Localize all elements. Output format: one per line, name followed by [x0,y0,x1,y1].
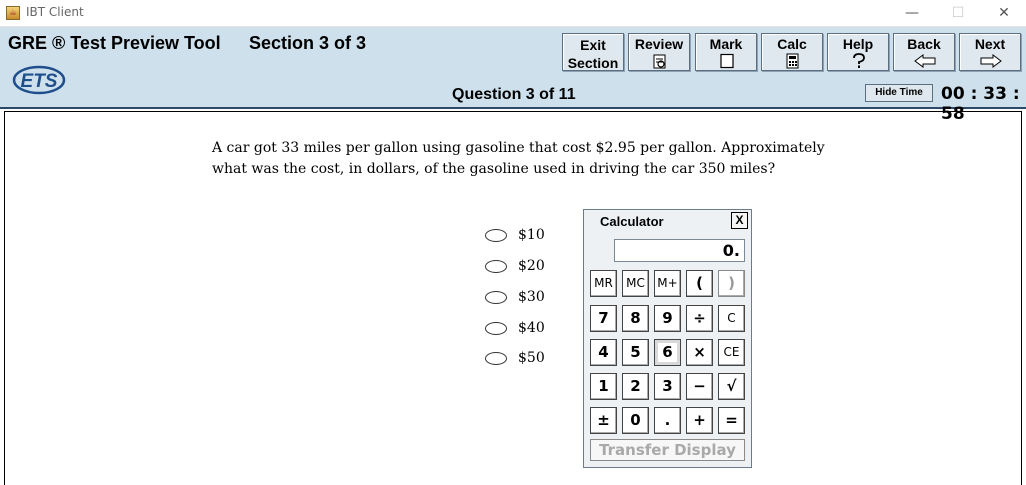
key-open-paren[interactable]: ( [686,270,713,297]
calculator-icon [786,53,799,69]
calculator-display: 0. [614,239,745,262]
review-icon [653,54,666,69]
key-5[interactable]: 5 [622,339,649,366]
section-title: Section 3 of 3 [249,33,367,53]
question-text: A car got 33 miles per gallon using gaso… [212,140,825,177]
radio-button[interactable] [485,260,507,273]
mark-button[interactable]: Mark [695,33,757,71]
key-mc[interactable]: MC [622,270,649,297]
key-close-paren[interactable]: ) [718,270,745,297]
key-decimal[interactable]: . [654,407,681,434]
window-title-bar: ☕ IBT Client — ☐ ✕ [0,0,1026,27]
ets-logo: ETS [12,65,66,95]
choice-label: $50 [518,350,545,366]
window-title: IBT Client [26,5,84,19]
minimize-button[interactable]: — [890,2,934,24]
review-button[interactable]: Review [628,33,690,71]
key-7[interactable]: 7 [590,305,617,332]
maximize-button[interactable]: ☐ [936,2,980,24]
exit-section-button[interactable]: Exit Section [562,33,624,71]
key-clear[interactable]: C [718,305,745,332]
key-mr[interactable]: MR [590,270,617,297]
checkbox-icon [720,53,734,69]
key-6[interactable]: 6 [654,339,681,366]
key-3[interactable]: 3 [654,373,681,400]
key-square-root[interactable]: √ [718,373,745,400]
radio-button[interactable] [485,291,507,304]
review-label: Review [634,36,684,52]
key-add[interactable]: + [686,407,713,434]
svg-text:ETS: ETS [21,71,58,92]
key-subtract[interactable]: − [686,373,713,400]
radio-button[interactable] [485,229,507,242]
key-2[interactable]: 2 [622,373,649,400]
mark-label: Mark [709,36,743,52]
arrow-right-icon [980,54,1002,68]
next-button[interactable]: Next [959,33,1021,71]
java-app-icon: ☕ [6,6,20,20]
close-window-button[interactable]: ✕ [982,2,1026,24]
key-1[interactable]: 1 [590,373,617,400]
hide-time-button[interactable]: Hide Time [865,84,933,102]
help-label: Help [842,36,874,52]
key-4[interactable]: 4 [590,339,617,366]
key-plus-minus[interactable]: ± [590,407,617,434]
calculator-close-button[interactable]: X [731,212,748,229]
key-0[interactable]: 0 [622,407,649,434]
back-label: Back [907,36,941,52]
help-button[interactable]: Help [827,33,889,71]
choice-label: $30 [518,289,545,305]
radio-button[interactable] [485,352,507,365]
calculator-title: Calculator [600,214,664,229]
transfer-display-button[interactable]: Transfer Display [590,439,745,461]
test-title: GRE ® Test Preview Tool [8,33,221,53]
exit-label: Exit [580,37,606,53]
calculator-window[interactable]: Calculator X 0. MR MC M+ ( ) 7 8 9 ÷ C 4… [583,209,752,468]
key-multiply[interactable]: × [686,339,713,366]
key-8[interactable]: 8 [622,305,649,332]
choice-label: $40 [518,320,545,336]
calc-label: Calc [777,36,807,52]
key-m-plus[interactable]: M+ [654,270,681,297]
calc-button[interactable]: Calc [761,33,823,71]
key-clear-entry[interactable]: CE [718,339,745,366]
question-mark-icon [853,53,865,68]
back-button[interactable]: Back [893,33,955,71]
test-header: GRE ® Test Preview Tool Section 3 of 3 E… [0,27,1026,124]
next-label: Next [974,36,1006,52]
choice-label: $10 [518,227,545,243]
key-equals[interactable]: = [718,407,745,434]
key-divide[interactable]: ÷ [686,305,713,332]
arrow-left-icon [914,54,936,68]
key-9[interactable]: 9 [654,305,681,332]
choice-label: $20 [518,258,545,274]
question-counter: Question 3 of 11 [452,86,576,103]
section-label: Section [567,55,619,71]
radio-button[interactable] [485,322,507,335]
